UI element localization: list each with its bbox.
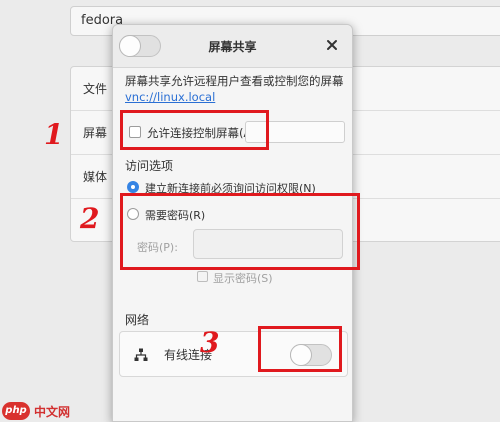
vnc-link[interactable]: vnc://linux.local [125,89,347,105]
show-password-checkbox[interactable] [197,271,208,282]
annotation-box-3 [258,326,342,372]
access-options-heading: 访问选项 [125,159,174,173]
network-wired-icon [134,348,148,361]
list-item-label: 媒体 [83,170,108,184]
dialog-titlebar: 屏幕共享 [113,25,352,68]
watermark-text: 中文网 [34,405,71,419]
show-password-label: 显示密码(S) [213,272,273,285]
annotation-box-1 [120,110,269,150]
annotation-number-3: 3 [200,326,220,359]
list-item-label: 文件 [83,82,108,96]
dialog-description: 屏幕共享允许远程用户查看或控制您的屏幕 vnc://linux.local [125,73,347,105]
annotation-box-2 [120,193,360,270]
description-text: 屏幕共享允许远程用户查看或控制您的屏幕 [125,74,344,88]
annotation-number-1: 1 [44,118,64,151]
list-item-label: 屏幕 [83,126,108,140]
close-icon[interactable] [324,37,340,53]
watermark-badge: php [2,402,30,420]
dialog-title: 屏幕共享 [208,40,257,54]
network-heading: 网络 [125,313,150,327]
annotation-number-2: 2 [80,202,100,235]
radio-new-connection[interactable] [127,181,139,193]
